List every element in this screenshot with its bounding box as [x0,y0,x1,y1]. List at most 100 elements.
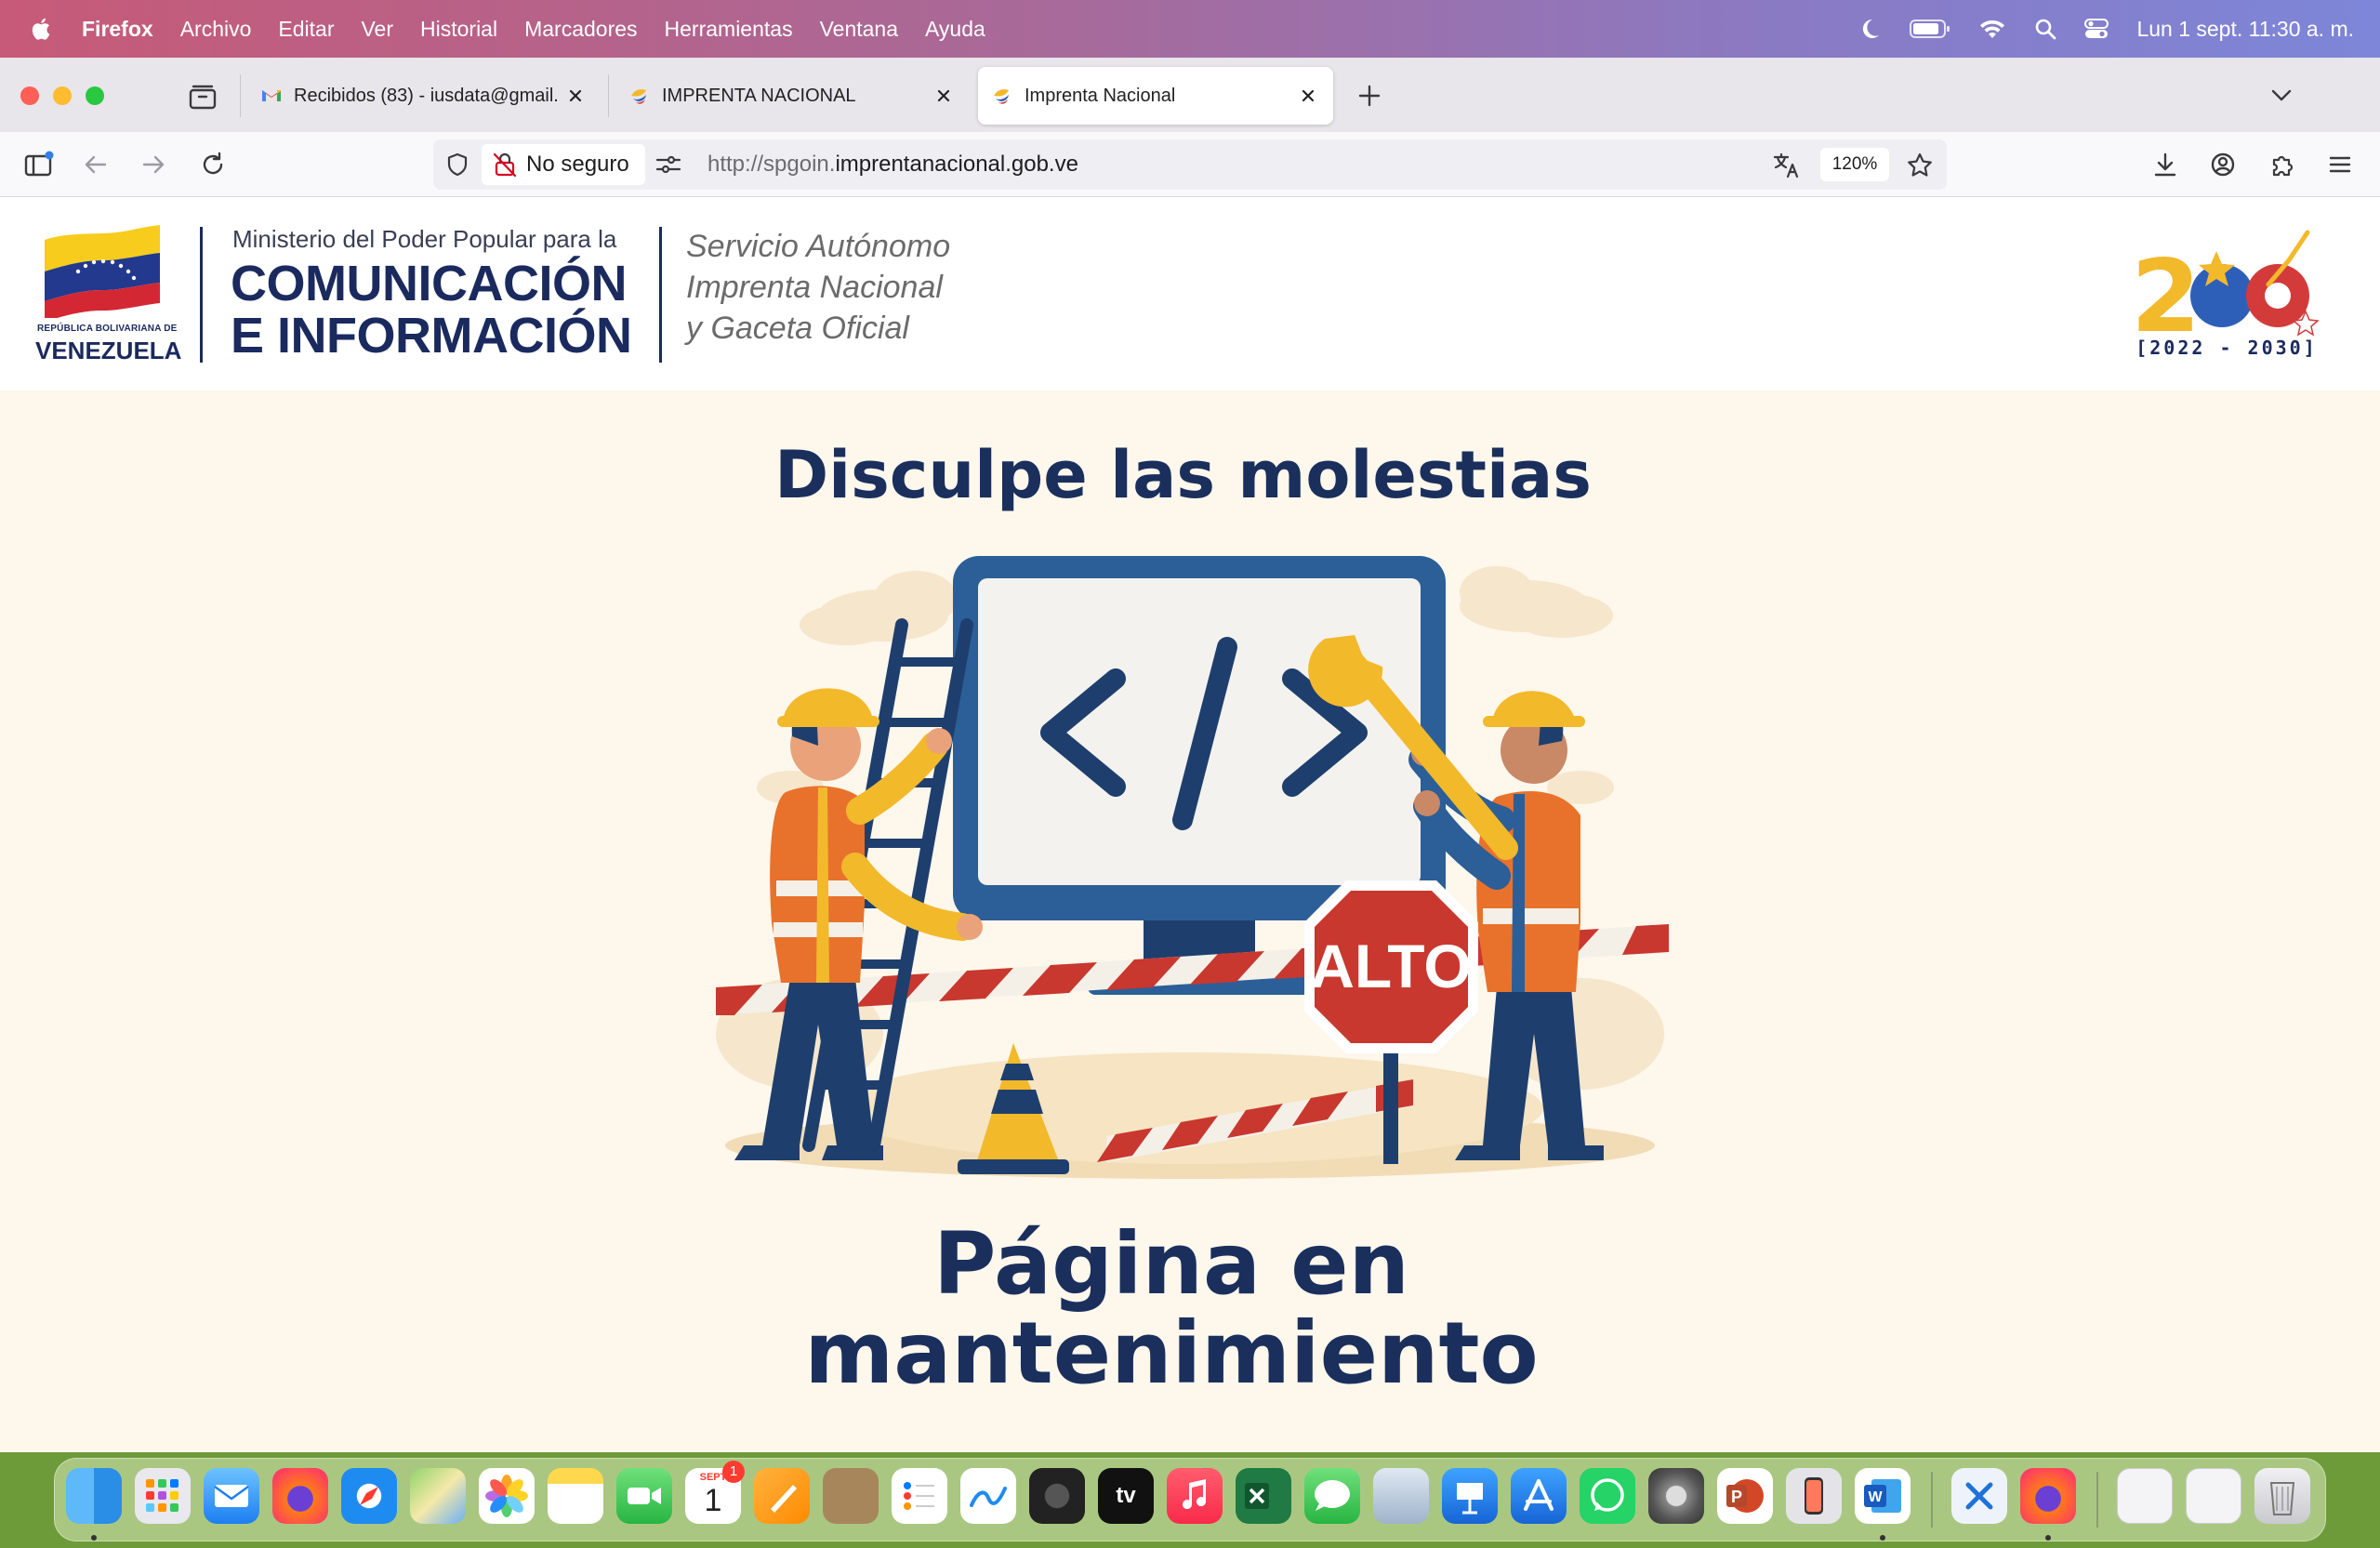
whatsapp-icon[interactable] [1580,1468,1635,1524]
zoom-level-button[interactable]: 120% [1820,148,1889,181]
url-bar[interactable]: No seguro http://spgoin.imprentanacional… [433,139,1947,190]
menu-ventana[interactable]: Ventana [820,17,898,42]
url-text[interactable]: http://spgoin.imprentanacional.gob.ve [707,139,1078,190]
powerpoint-icon[interactable]: P [1717,1468,1773,1524]
maintenance-line1: Página en [933,1214,1409,1314]
sidebar-toggle-icon[interactable] [24,151,54,179]
mail-icon[interactable] [204,1468,259,1524]
pdf-document-icon[interactable] [2186,1468,2241,1524]
facetime-icon[interactable] [616,1468,672,1524]
header-divider [659,227,662,363]
apple-tv-icon[interactable]: tv [1098,1468,1154,1524]
window-close-button[interactable] [20,86,39,105]
messages-icon[interactable] [1304,1468,1360,1524]
menu-herramientas[interactable]: Herramientas [665,17,793,42]
app-store-icon[interactable] [1511,1468,1567,1524]
svg-text:P: P [1731,1488,1742,1506]
system-settings-icon[interactable] [1648,1468,1704,1524]
freeform-icon[interactable] [960,1468,1016,1524]
new-tab-plus-icon[interactable] [1355,82,1383,110]
control-center-icon[interactable] [2084,18,2109,40]
safari-icon[interactable] [341,1468,397,1524]
reload-icon[interactable] [199,151,227,179]
menu-firefox[interactable]: Firefox [82,17,153,42]
tab-imprenta-nacional-active[interactable]: Imprenta Nacional [978,67,1333,125]
running-indicator [1880,1535,1885,1541]
xcode-tools-icon[interactable] [1951,1468,2007,1524]
tab-label: Imprenta Nacional [1025,85,1176,106]
tab-separator [608,74,609,117]
launchpad-icon[interactable] [135,1468,191,1524]
bookmark-star-icon[interactable] [1906,152,1934,179]
window-minimize-button[interactable] [53,86,72,105]
account-icon[interactable] [2209,151,2237,179]
service-name-line2: Imprenta Nacional [686,270,943,305]
extensions-puzzle-icon[interactable] [2268,151,2296,179]
maintenance-line2: mantenimiento [804,1303,1539,1403]
ministry-caption: Ministerio del Poder Popular para la [232,225,617,253]
tab-overview-icon[interactable] [188,84,218,110]
pdf-document-icon[interactable] [2117,1468,2173,1524]
hamburger-menu-icon[interactable] [2326,151,2354,179]
focus-moon-icon[interactable] [1858,17,1882,41]
site-permissions-icon[interactable] [654,152,682,178]
window-maximize-button[interactable] [86,86,104,105]
firefox-window-icon[interactable] [2020,1468,2076,1524]
tab-list-chevron-icon[interactable] [2268,84,2294,106]
keynote-icon[interactable] [1442,1468,1498,1524]
wifi-icon[interactable] [1978,18,2006,40]
macos-menu-bar: Firefox Archivo Editar Ver Historial Mar… [0,0,2380,58]
dock-separator [2096,1472,2098,1528]
back-arrow-icon[interactable] [82,151,110,179]
iphone-mirroring-icon[interactable] [1786,1468,1842,1524]
close-tab-icon[interactable] [1296,84,1320,108]
tab-separator [240,74,241,117]
battery-icon[interactable] [1910,19,1950,39]
spotlight-search-icon[interactable] [2034,18,2056,40]
menu-archivo[interactable]: Archivo [180,17,252,42]
downloads-icon[interactable] [2151,151,2179,179]
reminders-icon[interactable] [892,1468,947,1524]
photos-icon[interactable] [479,1468,535,1524]
tracking-protection-shield-icon[interactable] [444,152,470,178]
notes-icon[interactable] [548,1468,603,1524]
close-tab-icon[interactable] [563,84,588,108]
tab-gmail[interactable]: Recibidos (83) - iusdata@gmail. [247,67,601,125]
menubar-datetime[interactable]: Lun 1 sept. 11:30 a. m. [2136,17,2354,42]
not-secure-indicator[interactable]: No seguro [482,144,645,185]
word-icon[interactable]: W [1855,1468,1911,1524]
close-tab-icon[interactable] [932,84,956,108]
apple-menu-icon[interactable] [28,15,56,43]
pages-icon[interactable] [754,1468,810,1524]
browser-toolbar: No seguro http://spgoin.imprentanacional… [0,132,2380,197]
calendar-day: 1 [704,1483,722,1518]
menu-marcadores[interactable]: Marcadores [524,17,637,42]
browser-tab-bar: Recibidos (83) - iusdata@gmail. IMPRENTA… [0,58,2380,132]
gmail-icon [262,90,281,101]
imprenta-icon [631,89,646,104]
svg-text:W: W [1868,1489,1883,1505]
forward-arrow-icon[interactable] [139,151,167,179]
screenshot-icon[interactable] [1029,1468,1085,1524]
ministry-name-line2: E INFORMACIÓN [231,308,632,364]
svg-text:2: 2 [2131,239,2201,340]
finder-icon[interactable] [66,1468,122,1524]
tab-imprenta-nacional-caps[interactable]: IMPRENTA NACIONAL [615,67,969,125]
preview-icon[interactable] [1373,1468,1429,1524]
music-icon[interactable] [1167,1468,1223,1524]
page-title: Disculpe las molestias [774,437,1592,513]
menu-ver[interactable]: Ver [361,17,393,42]
tab-label: IMPRENTA NACIONAL [662,85,856,106]
trash-icon[interactable] [2254,1468,2310,1524]
country-name: VENEZUELA [35,337,182,364]
menu-ayuda[interactable]: Ayuda [925,17,985,42]
menu-historial[interactable]: Historial [420,17,497,42]
menu-editar[interactable]: Editar [278,17,334,42]
firefox-icon[interactable] [272,1468,328,1524]
maintenance-illustration: ALTO [716,556,1669,1179]
maps-icon[interactable] [410,1468,466,1524]
translate-icon[interactable] [1772,152,1802,179]
calendar-badge: 1 [722,1461,745,1483]
contacts-icon[interactable] [823,1468,879,1524]
excel-icon[interactable] [1236,1468,1291,1524]
